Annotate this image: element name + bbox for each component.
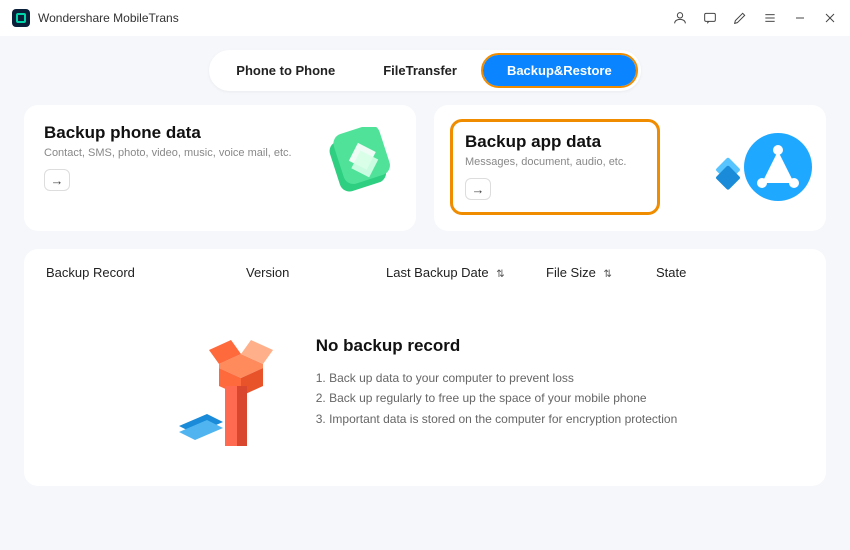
cards-row: Backup phone data Contact, SMS, photo, v… xyxy=(0,105,850,231)
tab-file-transfer[interactable]: FileTransfer xyxy=(359,55,481,86)
col-last-backup-date[interactable]: Last Backup Date ⇅ xyxy=(386,265,536,280)
app-logo-icon xyxy=(12,9,30,27)
empty-line-1: 1. Back up data to your computer to prev… xyxy=(316,368,678,388)
titlebar: Wondershare MobileTrans xyxy=(0,0,850,36)
feedback-icon[interactable] xyxy=(702,10,718,26)
backup-list-panel: Backup Record Version Last Backup Date ⇅… xyxy=(24,249,826,486)
col-size-label: File Size xyxy=(546,265,596,280)
col-state[interactable]: State xyxy=(656,265,736,280)
card-app-go-button[interactable]: → xyxy=(465,178,491,200)
titlebar-right xyxy=(672,10,838,26)
card-app-title: Backup app data xyxy=(465,132,645,152)
empty-line-3: 3. Important data is stored on the compu… xyxy=(316,409,678,429)
tabs-pill: Phone to Phone FileTransfer Backup&Resto… xyxy=(209,50,640,91)
empty-art-icon xyxy=(173,336,288,456)
tab-backup-highlight: Backup&Restore xyxy=(481,53,638,88)
titlebar-left: Wondershare MobileTrans xyxy=(12,9,179,27)
sort-icon: ⇅ xyxy=(496,269,504,280)
empty-state: No backup record 1. Back up data to your… xyxy=(46,336,804,456)
empty-line-2: 2. Back up regularly to free up the spac… xyxy=(316,388,678,408)
card-phone-art-icon xyxy=(316,127,406,202)
card-phone-go-button[interactable]: → xyxy=(44,169,70,191)
col-backup-record[interactable]: Backup Record xyxy=(46,265,236,280)
tab-backup-restore[interactable]: Backup&Restore xyxy=(483,55,636,86)
sort-icon: ⇅ xyxy=(603,269,611,280)
tabs-row: Phone to Phone FileTransfer Backup&Resto… xyxy=(0,36,850,105)
card-backup-phone-data[interactable]: Backup phone data Contact, SMS, photo, v… xyxy=(24,105,416,231)
empty-title: No backup record xyxy=(316,336,678,356)
app-title: Wondershare MobileTrans xyxy=(38,11,179,25)
edit-icon[interactable] xyxy=(732,10,748,26)
list-header: Backup Record Version Last Backup Date ⇅… xyxy=(46,265,804,280)
col-date-label: Last Backup Date xyxy=(386,265,489,280)
col-file-size[interactable]: File Size ⇅ xyxy=(546,265,646,280)
empty-text: No backup record 1. Back up data to your… xyxy=(316,336,678,429)
col-version[interactable]: Version xyxy=(246,265,376,280)
tab-phone-to-phone[interactable]: Phone to Phone xyxy=(212,55,359,86)
user-icon[interactable] xyxy=(672,10,688,26)
menu-icon[interactable] xyxy=(762,10,778,26)
card-app-sub: Messages, document, audio, etc. xyxy=(465,156,645,168)
card-app-art-icon xyxy=(716,127,816,212)
card-app-highlight: Backup app data Messages, document, audi… xyxy=(450,119,660,215)
close-icon[interactable] xyxy=(822,10,838,26)
card-backup-app-data[interactable]: Backup app data Messages, document, audi… xyxy=(434,105,826,231)
minimize-icon[interactable] xyxy=(792,10,808,26)
